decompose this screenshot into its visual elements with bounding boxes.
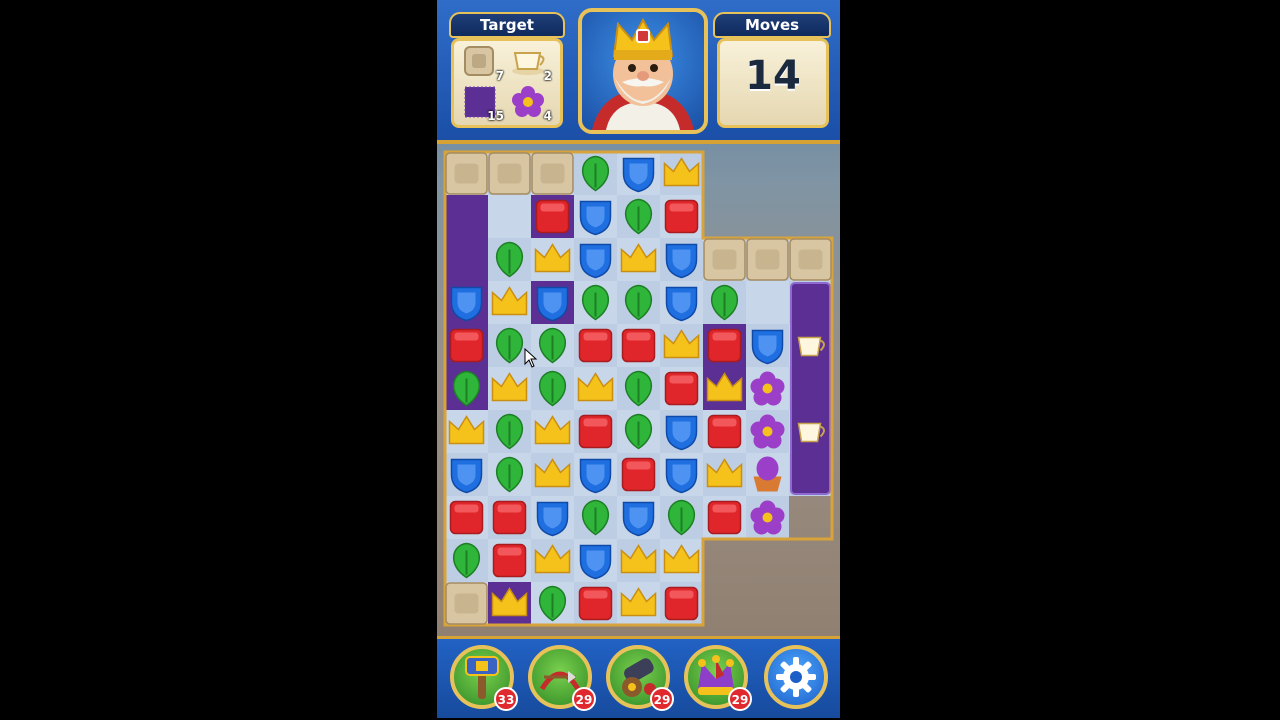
gear-icon xyxy=(776,657,816,697)
target-count: 2 xyxy=(543,69,552,83)
target-label: Target xyxy=(449,12,565,38)
teacup-track xyxy=(790,282,831,495)
shield-piece xyxy=(536,286,569,322)
booster-count-badge: 33 xyxy=(494,687,518,711)
booster-cannon-button[interactable]: 29 xyxy=(606,645,674,711)
shield-piece xyxy=(450,458,483,494)
game-screen: Target 7 2 15 4 Moves 14 33 29 29 29 xyxy=(437,0,840,718)
shield-piece xyxy=(622,501,655,537)
shield-piece xyxy=(579,544,612,580)
booster-count-badge: 29 xyxy=(572,687,596,711)
cube-piece xyxy=(664,586,699,621)
shield-piece xyxy=(579,458,612,494)
booster-arrow-button[interactable]: 29 xyxy=(528,645,596,711)
target-panel: 7 2 15 4 xyxy=(451,38,563,128)
stone-piece xyxy=(445,582,488,625)
board-tile xyxy=(746,281,789,324)
level-header: Target 7 2 15 4 Moves 14 xyxy=(437,0,840,144)
shield-piece xyxy=(579,243,612,279)
cube-piece xyxy=(578,414,613,449)
target-count: 7 xyxy=(495,69,504,83)
shield-piece xyxy=(579,200,612,236)
purple-flower-icon: 4 xyxy=(510,85,552,123)
cube-piece xyxy=(621,328,656,363)
stone-block-icon: 7 xyxy=(462,45,504,83)
board-tile xyxy=(488,195,531,238)
booster-count-badge: 29 xyxy=(650,687,674,711)
shield-piece xyxy=(751,329,784,365)
cube-piece xyxy=(492,543,527,578)
stone-piece xyxy=(531,152,574,195)
shield-piece xyxy=(450,286,483,322)
moves-label: Moves xyxy=(713,12,831,38)
stone-piece xyxy=(703,238,746,281)
mouse-cursor-icon xyxy=(524,347,538,372)
stone-piece xyxy=(746,238,789,281)
cube-piece xyxy=(664,199,699,234)
cube-piece xyxy=(578,586,613,621)
stone-piece xyxy=(488,152,531,195)
stone-piece xyxy=(445,152,488,195)
cube-piece xyxy=(449,328,484,363)
stone-piece xyxy=(789,238,832,281)
booster-bar: 33 29 29 29 xyxy=(437,636,840,718)
moves-counter: 14 xyxy=(745,53,801,99)
cube-piece xyxy=(535,199,570,234)
booster-count-badge: 29 xyxy=(728,687,752,711)
cube-piece xyxy=(707,414,742,449)
cube-piece xyxy=(664,371,699,406)
purple-carpet-tile xyxy=(445,238,488,281)
purple-carpet-icon: 15 xyxy=(462,85,504,123)
board-grid xyxy=(443,150,834,627)
shield-piece xyxy=(622,157,655,193)
shield-piece xyxy=(665,243,698,279)
cube-piece xyxy=(449,500,484,535)
king-avatar-icon xyxy=(578,8,708,134)
cube-piece xyxy=(492,500,527,535)
purple-carpet-tile xyxy=(445,195,488,238)
cube-piece xyxy=(707,328,742,363)
target-count: 15 xyxy=(487,109,504,123)
cube-piece xyxy=(578,328,613,363)
shield-piece xyxy=(536,501,569,537)
cube-piece xyxy=(621,457,656,492)
shield-piece xyxy=(665,415,698,451)
settings-button[interactable] xyxy=(764,645,828,709)
booster-jester-button[interactable]: 29 xyxy=(684,645,752,711)
moves-panel: 14 xyxy=(717,38,829,128)
shield-piece xyxy=(665,458,698,494)
game-board xyxy=(437,140,840,640)
cube-piece xyxy=(707,500,742,535)
target-count: 4 xyxy=(543,109,552,123)
teacup-icon: 2 xyxy=(510,45,552,83)
booster-hammer-button[interactable]: 33 xyxy=(450,645,518,711)
shield-piece xyxy=(665,286,698,322)
